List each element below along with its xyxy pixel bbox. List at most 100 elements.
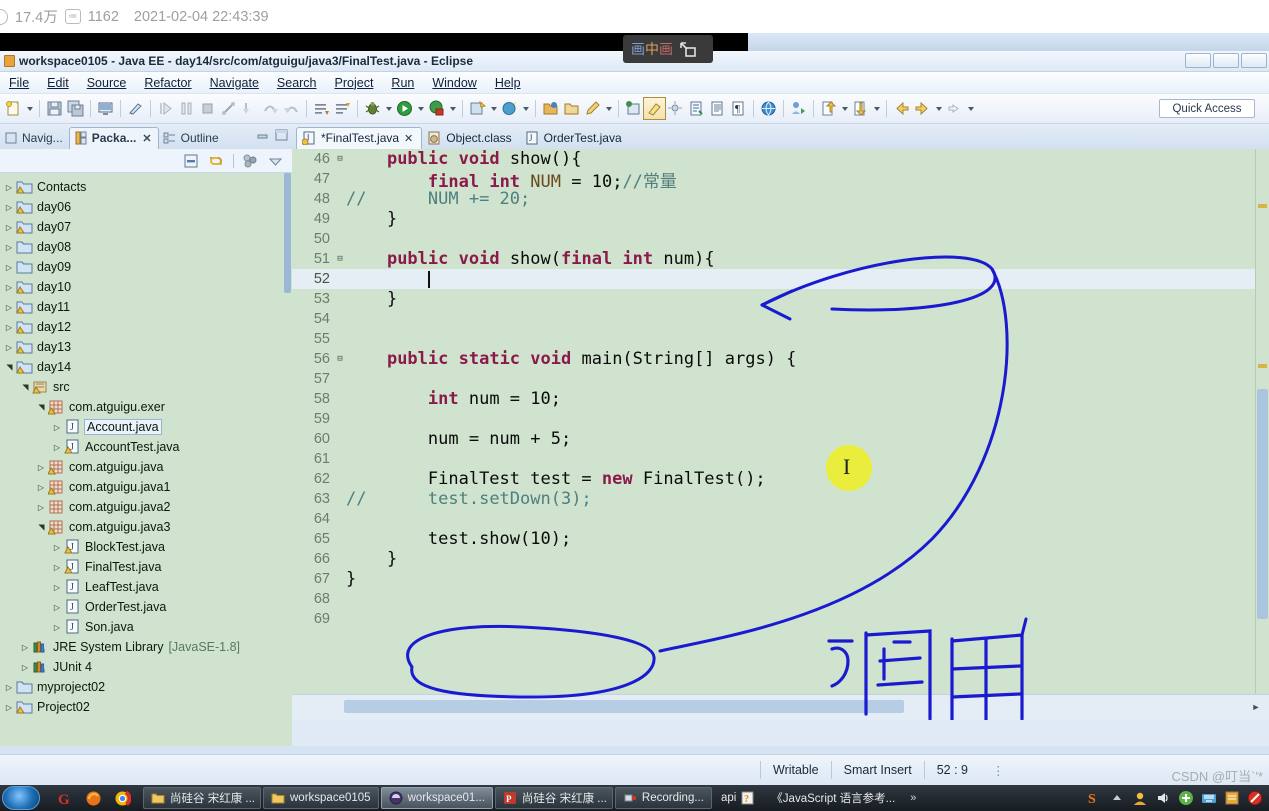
new-connection-icon[interactable] [788,98,809,119]
taskbar-item-workspace0105[interactable]: workspace0105 [263,787,379,809]
pencil-icon[interactable] [582,98,603,119]
maximize-button[interactable] [1213,53,1239,68]
close-button[interactable] [1241,53,1267,68]
tree-item[interactable]: ◢ com.atguigu.java3 [0,517,292,537]
close-icon[interactable]: ✕ [142,132,151,145]
code-line[interactable]: 54 [292,309,1255,329]
collapsed-arrow-icon[interactable]: ▷ [50,563,64,572]
google-icon[interactable]: G [56,790,73,808]
toggle-highlight-icon[interactable] [643,97,666,120]
run-dropdown-icon[interactable] [415,98,426,119]
collapsed-arrow-icon[interactable]: ▷ [18,663,32,672]
previous-annotation-icon[interactable] [332,98,353,119]
step-return-icon[interactable] [281,98,302,119]
toggle-mark-occurrences-icon[interactable] [125,98,146,119]
sogou-s-icon[interactable]: S [1086,790,1102,807]
debug-icon[interactable] [362,98,383,119]
next-edit-dropdown-icon[interactable] [871,98,882,119]
status-menu-icon[interactable]: ⋮ [980,760,1019,780]
code-line[interactable]: 49 } [292,209,1255,229]
collapsed-arrow-icon[interactable]: ▷ [50,603,64,612]
fold-collapse-icon[interactable]: ⊟ [334,354,346,364]
previous-edit-icon[interactable] [818,98,839,119]
collapsed-arrow-icon[interactable]: ▷ [50,543,64,552]
expanded-arrow-icon[interactable]: ◢ [37,400,46,414]
tree-item[interactable]: ▷ day09 [0,257,292,277]
menu-source[interactable]: Source [78,74,136,92]
tree-item[interactable]: ▷ J Son.java [0,617,292,637]
up-chevron-icon[interactable] [1109,790,1125,806]
open-task-icon[interactable] [686,98,707,119]
tree-item[interactable]: ▷ J OrderTest.java [0,597,292,617]
disconnect-icon[interactable] [218,98,239,119]
collapsed-arrow-icon[interactable]: ▷ [2,263,16,272]
coverage-dropdown-icon[interactable] [447,98,458,119]
code-line[interactable]: 66 } [292,549,1255,569]
tree-item[interactable]: ▷ day12 [0,317,292,337]
menu-edit[interactable]: Edit [38,74,78,92]
collapsed-arrow-icon[interactable]: ▷ [2,203,16,212]
menu-bar[interactable]: File Edit Source Refactor Navigate Searc… [0,72,1269,94]
forward-icon[interactable] [912,98,933,119]
forward-dropdown-icon[interactable] [933,98,944,119]
editor-tab-ordertest[interactable]: J OrderTest.java [520,128,630,149]
tree-item[interactable]: ▷ myproject02 [0,677,292,697]
collapsed-arrow-icon[interactable]: ▷ [50,623,64,632]
code-line[interactable]: 47 final int NUM = 10;//常量 [292,169,1255,192]
collapsed-arrow-icon[interactable]: ▷ [2,223,16,232]
collapsed-arrow-icon[interactable]: ▷ [2,303,16,312]
taskbar-item-api[interactable]: api ? [714,787,762,809]
code-line[interactable]: 60 num = num + 5; [292,429,1255,449]
close-icon[interactable]: ✕ [404,132,413,145]
view-menu-dots-icon[interactable] [242,153,259,169]
left-scroll-thumb[interactable] [284,173,291,293]
tree-item[interactable]: ▷ day13 [0,337,292,357]
minimize-icon[interactable] [256,128,269,140]
expanded-arrow-icon[interactable]: ◢ [37,520,46,534]
code-line[interactable]: 63 // test.setDown(3); [292,489,1255,509]
taskbar-item-powerpoint[interactable]: P 尚硅谷 宋红康 ... [494,787,613,809]
quick-launch[interactable]: G [40,789,143,808]
code-line[interactable]: 68 [292,589,1255,609]
keyboard-icon[interactable] [1201,790,1217,806]
add-icon[interactable] [1178,790,1194,806]
quick-access-field[interactable]: Quick Access [1159,99,1255,118]
tree-item[interactable]: ▷ J Account.java [0,417,292,437]
open-document-icon[interactable] [707,98,728,119]
windows-taskbar[interactable]: G 尚硅谷 宋红康 ... workspace0105 workspace01.… [0,785,1269,811]
code-line[interactable]: 51 ⊟ public void show(final int num){ [292,249,1255,269]
block-icon[interactable] [1247,790,1263,806]
code-line[interactable]: 50 [292,229,1255,249]
toggle-ruler-icon[interactable] [665,98,686,119]
left-view-controls[interactable] [256,128,288,141]
package-explorer-toolbar[interactable] [0,149,292,173]
tree-item[interactable]: ▷ day06 [0,197,292,217]
taskbar-overflow-icon[interactable]: » [910,792,916,804]
forward-nav-dropdown-icon[interactable] [965,98,976,119]
tree-item[interactable]: ▷ J AccountTest.java [0,437,292,457]
tree-item[interactable]: ▷ com.atguigu.java2 [0,497,292,517]
save-all-icon[interactable] [65,98,86,119]
new-wizard-dropdown-icon[interactable] [24,98,35,119]
menu-window[interactable]: Window [423,74,485,92]
collapsed-arrow-icon[interactable]: ▷ [2,323,16,332]
window-controls[interactable] [1185,53,1267,68]
step-into-icon[interactable] [239,98,260,119]
fold-collapse-icon[interactable]: ⊟ [334,154,346,164]
tree-item[interactable]: ▷ JRE System Library [JavaSE-1.8] [0,637,292,657]
picture-in-picture-button[interactable]: 画中画 [623,35,713,63]
collapsed-arrow-icon[interactable]: ▷ [2,343,16,352]
tree-item[interactable]: ▷ J LeafTest.java [0,577,292,597]
tree-item[interactable]: ◢ com.atguigu.exer [0,397,292,417]
tree-item[interactable]: ▷ day08 [0,237,292,257]
editor-scroll-thumb[interactable] [1257,389,1268,619]
expanded-arrow-icon[interactable]: ◢ [21,380,30,394]
code-line[interactable]: 53 } [292,289,1255,309]
new-java-project-icon[interactable] [540,98,561,119]
next-edit-icon[interactable] [850,98,871,119]
tree-item[interactable]: ◢ src [0,377,292,397]
menu-help[interactable]: Help [486,74,530,92]
collapsed-arrow-icon[interactable]: ▷ [34,463,48,472]
code-line[interactable]: 69 [292,609,1255,629]
print-screen-icon[interactable] [95,98,116,119]
